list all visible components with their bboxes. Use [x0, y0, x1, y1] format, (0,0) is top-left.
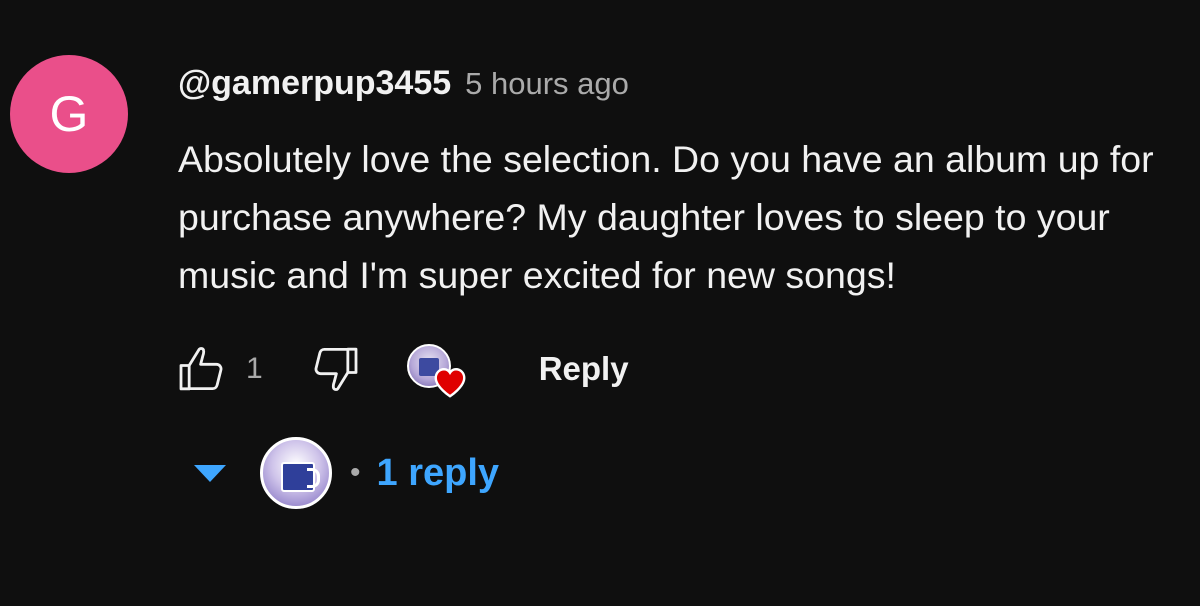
comment-timestamp[interactable]: 5 hours ago [465, 66, 629, 102]
author-name[interactable]: @gamerpup3455 [178, 64, 451, 103]
view-replies-toggle[interactable]: • 1 reply [190, 436, 499, 510]
caret-down-icon [190, 453, 230, 493]
reply-count-link[interactable]: 1 reply [377, 452, 500, 495]
like-button[interactable] [172, 339, 232, 399]
creator-heart-badge [406, 338, 469, 400]
mug-handle [307, 468, 320, 488]
author-avatar[interactable]: G [10, 55, 128, 173]
thumbs-down-icon [314, 347, 358, 391]
separator-dot: • [350, 456, 361, 489]
comment-header: @gamerpup3455 5 hours ago [178, 64, 629, 103]
like-count: 1 [246, 352, 263, 385]
creator-heart-icon [434, 368, 466, 398]
reply-button[interactable]: Reply [539, 344, 629, 394]
comment-actions: 1 Reply [172, 338, 629, 400]
avatar-letter: G [49, 86, 89, 142]
thumbs-up-icon [179, 347, 223, 391]
replier-avatar [260, 437, 332, 509]
comment-thread: G @gamerpup3455 5 hours ago Absolutely l… [0, 0, 1200, 606]
comment-text: Absolutely love the selection. Do you ha… [178, 138, 1154, 296]
dislike-button[interactable] [305, 339, 365, 399]
